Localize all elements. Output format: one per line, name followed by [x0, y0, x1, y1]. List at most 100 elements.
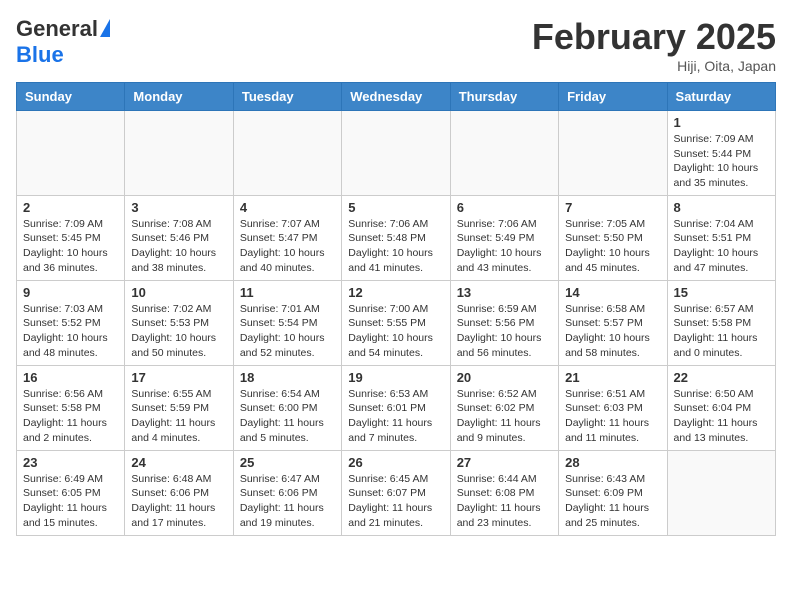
- calendar-header-row: SundayMondayTuesdayWednesdayThursdayFrid…: [17, 83, 776, 111]
- day-info: Sunrise: 6:56 AM Sunset: 5:58 PM Dayligh…: [23, 387, 118, 446]
- day-number: 11: [240, 285, 335, 300]
- day-number: 7: [565, 200, 660, 215]
- calendar-cell: 7Sunrise: 7:05 AM Sunset: 5:50 PM Daylig…: [559, 195, 667, 280]
- day-number: 28: [565, 455, 660, 470]
- calendar-cell: 18 Sunrise: 6:54 AM Sunset: 6:00 PM Dayli…: [233, 365, 341, 450]
- calendar-cell: 17 Sunrise: 6:55 AM Sunset: 5:59 PM Dayli…: [125, 365, 233, 450]
- day-info: Sunrise: 7:01 AM Sunset: 5:54 PM Dayligh…: [240, 302, 335, 361]
- day-info: Sunrise: 6:55 AM Sunset: 5:59 PM Dayligh…: [131, 387, 226, 446]
- day-info: Sunrise: 6:51 AM Sunset: 6:03 PM Dayligh…: [565, 387, 660, 446]
- calendar-cell: 10Sunrise: 7:02 AM Sunset: 5:53 PM Dayli…: [125, 280, 233, 365]
- calendar-cell: 5 Sunrise: 7:06 AM Sunset: 5:48 PM Daylig…: [342, 195, 450, 280]
- calendar-week-row: 16Sunrise: 6:56 AM Sunset: 5:58 PM Dayli…: [17, 365, 776, 450]
- day-of-week-header: Thursday: [450, 83, 558, 111]
- title-section: February 2025 Hiji, Oita, Japan: [532, 16, 776, 74]
- day-info: Sunrise: 6:52 AM Sunset: 6:02 PM Dayligh…: [457, 387, 552, 446]
- calendar-cell: 2Sunrise: 7:09 AM Sunset: 5:45 PM Daylig…: [17, 195, 125, 280]
- calendar-cell: 11 Sunrise: 7:01 AM Sunset: 5:54 PM Dayli…: [233, 280, 341, 365]
- day-number: 18: [240, 370, 335, 385]
- logo: General Blue: [16, 16, 110, 68]
- calendar-cell: [125, 111, 233, 196]
- calendar-week-row: 2Sunrise: 7:09 AM Sunset: 5:45 PM Daylig…: [17, 195, 776, 280]
- calendar-week-row: 9 Sunrise: 7:03 AM Sunset: 5:52 PM Daylig…: [17, 280, 776, 365]
- day-info: Sunrise: 7:04 AM Sunset: 5:51 PM Dayligh…: [674, 217, 769, 276]
- day-info: Sunrise: 6:53 AM Sunset: 6:01 PM Dayligh…: [348, 387, 443, 446]
- day-number: 17: [131, 370, 226, 385]
- day-info: Sunrise: 7:09 AM Sunset: 5:44 PM Dayligh…: [674, 132, 769, 191]
- calendar-cell: 3 Sunrise: 7:08 AM Sunset: 5:46 PM Daylig…: [125, 195, 233, 280]
- day-number: 22: [674, 370, 769, 385]
- day-number: 25: [240, 455, 335, 470]
- calendar-cell: [559, 111, 667, 196]
- calendar-cell: [233, 111, 341, 196]
- month-title: February 2025: [532, 16, 776, 58]
- calendar-cell: [450, 111, 558, 196]
- calendar-cell: 14 Sunrise: 6:58 AM Sunset: 5:57 PM Dayli…: [559, 280, 667, 365]
- calendar-cell: 8 Sunrise: 7:04 AM Sunset: 5:51 PM Daylig…: [667, 195, 775, 280]
- logo-triangle-icon: [100, 19, 110, 37]
- calendar-cell: 19 Sunrise: 6:53 AM Sunset: 6:01 PM Dayli…: [342, 365, 450, 450]
- day-info: Sunrise: 6:54 AM Sunset: 6:00 PM Dayligh…: [240, 387, 335, 446]
- calendar-cell: 23 Sunrise: 6:49 AM Sunset: 6:05 PM Dayli…: [17, 450, 125, 535]
- day-info: Sunrise: 7:03 AM Sunset: 5:52 PM Dayligh…: [23, 302, 118, 361]
- calendar-cell: 27Sunrise: 6:44 AM Sunset: 6:08 PM Dayli…: [450, 450, 558, 535]
- day-info: Sunrise: 6:58 AM Sunset: 5:57 PM Dayligh…: [565, 302, 660, 361]
- day-info: Sunrise: 6:48 AM Sunset: 6:06 PM Dayligh…: [131, 472, 226, 531]
- day-number: 23: [23, 455, 118, 470]
- calendar-cell: 28 Sunrise: 6:43 AM Sunset: 6:09 PM Dayli…: [559, 450, 667, 535]
- day-info: Sunrise: 7:08 AM Sunset: 5:46 PM Dayligh…: [131, 217, 226, 276]
- calendar-cell: 22 Sunrise: 6:50 AM Sunset: 6:04 PM Dayli…: [667, 365, 775, 450]
- day-info: Sunrise: 7:07 AM Sunset: 5:47 PM Dayligh…: [240, 217, 335, 276]
- day-info: Sunrise: 6:50 AM Sunset: 6:04 PM Dayligh…: [674, 387, 769, 446]
- calendar-cell: 1 Sunrise: 7:09 AM Sunset: 5:44 PM Daylig…: [667, 111, 775, 196]
- day-number: 5: [348, 200, 443, 215]
- calendar-cell: [342, 111, 450, 196]
- day-info: Sunrise: 7:00 AM Sunset: 5:55 PM Dayligh…: [348, 302, 443, 361]
- day-number: 26: [348, 455, 443, 470]
- day-info: Sunrise: 7:09 AM Sunset: 5:45 PM Dayligh…: [23, 217, 118, 276]
- day-number: 19: [348, 370, 443, 385]
- day-number: 6: [457, 200, 552, 215]
- day-number: 10: [131, 285, 226, 300]
- day-number: 8: [674, 200, 769, 215]
- calendar-cell: 4 Sunrise: 7:07 AM Sunset: 5:47 PM Daylig…: [233, 195, 341, 280]
- day-info: Sunrise: 6:43 AM Sunset: 6:09 PM Dayligh…: [565, 472, 660, 531]
- calendar-week-row: 1 Sunrise: 7:09 AM Sunset: 5:44 PM Daylig…: [17, 111, 776, 196]
- day-info: Sunrise: 6:57 AM Sunset: 5:58 PM Dayligh…: [674, 302, 769, 361]
- calendar-cell: 16Sunrise: 6:56 AM Sunset: 5:58 PM Dayli…: [17, 365, 125, 450]
- calendar-cell: 12 Sunrise: 7:00 AM Sunset: 5:55 PM Dayli…: [342, 280, 450, 365]
- calendar-cell: 13Sunrise: 6:59 AM Sunset: 5:56 PM Dayli…: [450, 280, 558, 365]
- day-info: Sunrise: 6:49 AM Sunset: 6:05 PM Dayligh…: [23, 472, 118, 531]
- day-number: 3: [131, 200, 226, 215]
- day-info: Sunrise: 6:47 AM Sunset: 6:06 PM Dayligh…: [240, 472, 335, 531]
- day-of-week-header: Wednesday: [342, 83, 450, 111]
- calendar-cell: 25 Sunrise: 6:47 AM Sunset: 6:06 PM Dayli…: [233, 450, 341, 535]
- day-number: 27: [457, 455, 552, 470]
- day-of-week-header: Saturday: [667, 83, 775, 111]
- calendar-week-row: 23 Sunrise: 6:49 AM Sunset: 6:05 PM Dayli…: [17, 450, 776, 535]
- day-number: 4: [240, 200, 335, 215]
- calendar-cell: 24 Sunrise: 6:48 AM Sunset: 6:06 PM Dayli…: [125, 450, 233, 535]
- calendar-cell: 20 Sunrise: 6:52 AM Sunset: 6:02 PM Dayli…: [450, 365, 558, 450]
- day-number: 24: [131, 455, 226, 470]
- calendar-cell: 9 Sunrise: 7:03 AM Sunset: 5:52 PM Daylig…: [17, 280, 125, 365]
- logo-general-text: General: [16, 16, 98, 42]
- page-header: General Blue February 2025 Hiji, Oita, J…: [16, 16, 776, 74]
- day-number: 12: [348, 285, 443, 300]
- day-number: 14: [565, 285, 660, 300]
- day-number: 21: [565, 370, 660, 385]
- calendar-cell: 6Sunrise: 7:06 AM Sunset: 5:49 PM Daylig…: [450, 195, 558, 280]
- calendar-cell: 15Sunrise: 6:57 AM Sunset: 5:58 PM Dayli…: [667, 280, 775, 365]
- day-info: Sunrise: 6:45 AM Sunset: 6:07 PM Dayligh…: [348, 472, 443, 531]
- calendar-cell: [17, 111, 125, 196]
- day-of-week-header: Tuesday: [233, 83, 341, 111]
- location: Hiji, Oita, Japan: [532, 58, 776, 74]
- day-of-week-header: Monday: [125, 83, 233, 111]
- day-info: Sunrise: 7:06 AM Sunset: 5:48 PM Dayligh…: [348, 217, 443, 276]
- day-number: 20: [457, 370, 552, 385]
- day-number: 9: [23, 285, 118, 300]
- day-info: Sunrise: 6:59 AM Sunset: 5:56 PM Dayligh…: [457, 302, 552, 361]
- day-number: 1: [674, 115, 769, 130]
- calendar-cell: 21 Sunrise: 6:51 AM Sunset: 6:03 PM Dayli…: [559, 365, 667, 450]
- calendar-cell: [667, 450, 775, 535]
